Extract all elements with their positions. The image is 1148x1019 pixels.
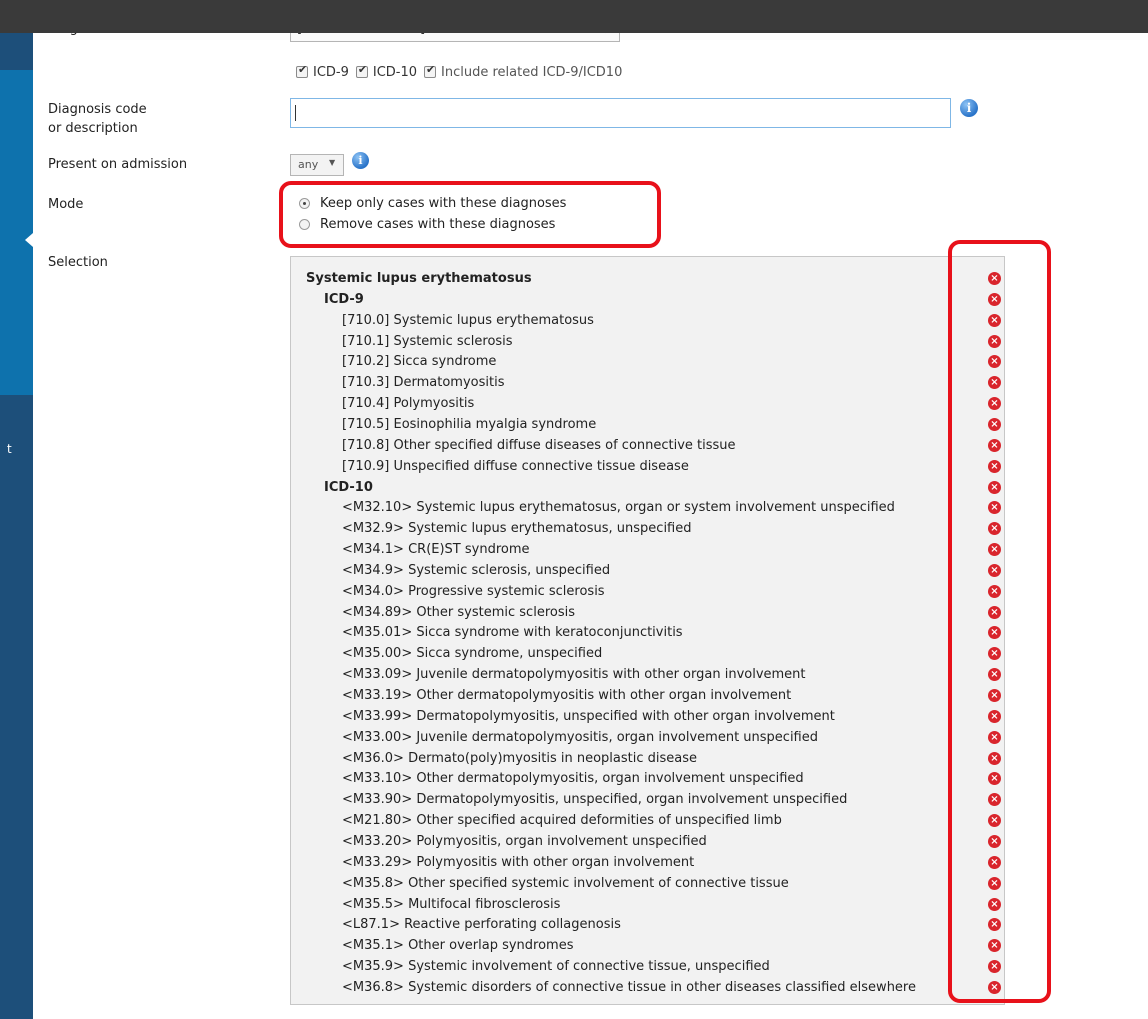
- icd9-checkbox[interactable]: [296, 63, 308, 78]
- selection-label: Selection: [48, 255, 108, 270]
- selection-item-text: [710.9] Unspecified diffuse connective t…: [342, 458, 689, 474]
- selection-item-text: [710.8] Other specified diffuse diseases…: [342, 437, 736, 453]
- present-on-admission-label: Present on admission: [48, 157, 188, 172]
- selection-item: [710.0] Systemic lupus erythematosus ×: [291, 310, 1004, 331]
- selection-item-text: <M33.20> Polymyositis, organ involvement…: [342, 833, 707, 849]
- selection-item: <M35.5> Multifocal fibrosclerosis ×: [291, 894, 1004, 915]
- selection-item-text: <M35.01> Sicca syndrome with keratoconju…: [342, 625, 683, 641]
- selection-item: <M33.19> Other dermatopolymyositis with …: [291, 685, 1004, 706]
- selection-item-text: ICD-10: [324, 479, 373, 495]
- selection-item-text: <M32.10> Systemic lupus erythematosus, o…: [342, 500, 895, 516]
- selection-item: [710.8] Other specified diffuse diseases…: [291, 435, 1004, 456]
- selection-item-text: <M34.89> Other systemic sclerosis: [342, 604, 575, 620]
- selection-item: [710.9] Unspecified diffuse connective t…: [291, 456, 1004, 477]
- selection-item-text: <M34.0> Progressive systemic sclerosis: [342, 583, 605, 599]
- icd10-checkbox[interactable]: [355, 63, 368, 78]
- selection-item-text: [710.0] Systemic lupus erythematosus: [342, 312, 594, 328]
- selection-item: <M36.8> Systemic disorders of connective…: [291, 977, 1004, 998]
- selection-list: Systemic lupus erythematosus × ICD-9 × [710.…: [290, 256, 1005, 1005]
- code-system-checkboxes: ICD-9 ICD-10 Include related ICD-9/ICD10: [296, 62, 629, 82]
- remove-column-highlight-box: [948, 240, 1051, 1003]
- selection-item-text: <M36.8> Systemic disorders of connective…: [342, 979, 916, 995]
- selection-item-text: <M33.29> Polymyositis with other organ i…: [342, 854, 695, 870]
- top-bar-overlay: [0, 0, 1148, 33]
- chevron-down-icon: ▼: [329, 158, 336, 167]
- selection-item-text: [710.3] Dermatomyositis: [342, 375, 505, 391]
- selection-item: <M33.20> Polymyositis, organ involvement…: [291, 831, 1004, 852]
- selection-item: <M35.8> Other specified systemic involve…: [291, 873, 1004, 894]
- selection-item: ICD-10 ×: [291, 477, 1004, 498]
- selection-item: ICD-9 ×: [291, 289, 1004, 310]
- diagnosis-code-label-line2: or description: [48, 121, 138, 136]
- selection-item: [710.5] Eosinophilia myalgia syndrome ×: [291, 414, 1004, 435]
- selection-item-text: [710.4] Polymyositis: [342, 396, 475, 412]
- selection-item-text: Systemic lupus erythematosus: [306, 271, 532, 286]
- selection-item: <M32.10> Systemic lupus erythematosus, o…: [291, 497, 1004, 518]
- selection-item-text: <M33.09> Juvenile dermatopolymyositis wi…: [342, 667, 806, 683]
- selection-item: <M33.99> Dermatopolymyositis, unspecifie…: [291, 706, 1004, 727]
- diagnosis-code-input[interactable]: [290, 98, 951, 128]
- selection-item-text: <M35.8> Other specified systemic involve…: [342, 875, 789, 891]
- include-related-label: Include related ICD-9/ICD10: [441, 64, 623, 80]
- selection-item-text: <M33.00> Juvenile dermatopolymyositis, o…: [342, 729, 818, 745]
- selection-item: <L87.1> Reactive perforating collagenosi…: [291, 914, 1004, 935]
- info-icon[interactable]: i: [960, 99, 978, 117]
- sidebar: t: [0, 33, 33, 1019]
- selection-item-text: <M34.1> CR(E)ST syndrome: [342, 542, 530, 558]
- selection-item: [710.3] Dermatomyositis ×: [291, 372, 1004, 393]
- sidebar-pointer-icon: [25, 233, 33, 247]
- selection-item: <M34.89> Other systemic sclerosis ×: [291, 602, 1004, 623]
- present-on-admission-value: any: [298, 158, 319, 171]
- info-icon[interactable]: i: [352, 152, 369, 169]
- selection-item: <M33.10> Other dermatopolymyositis, orga…: [291, 768, 1004, 789]
- mode-highlight-box: [279, 181, 661, 248]
- selection-item: <M34.0> Progressive systemic sclerosis ×: [291, 581, 1004, 602]
- selection-item-text: <M35.00> Sicca syndrome, unspecified: [342, 646, 603, 662]
- selection-item-text: <M35.5> Multifocal fibrosclerosis: [342, 896, 561, 912]
- icd9-label: ICD-9: [313, 64, 349, 80]
- selection-item: <M33.00> Juvenile dermatopolymyositis, o…: [291, 727, 1004, 748]
- icd10-label: ICD-10: [372, 64, 418, 80]
- selection-item: <M33.09> Juvenile dermatopolymyositis wi…: [291, 664, 1004, 685]
- selection-item-text: [710.5] Eosinophilia myalgia syndrome: [342, 416, 597, 432]
- mode-label: Mode: [48, 197, 84, 212]
- selection-item: <M34.9> Systemic sclerosis, unspecified ×: [291, 560, 1004, 581]
- selection-item: <M35.00> Sicca syndrome, unspecified ×: [291, 643, 1004, 664]
- selection-item: <M32.9> Systemic lupus erythematosus, un…: [291, 518, 1004, 539]
- selection-item-text: <M36.0> Dermato(poly)myositis in neoplas…: [342, 750, 697, 766]
- present-on-admission-select[interactable]: any ▼: [290, 154, 344, 176]
- selection-item-text: <M33.90> Dermatopolymyositis, unspecifie…: [342, 792, 848, 808]
- selection-item: <M33.90> Dermatopolymyositis, unspecifie…: [291, 789, 1004, 810]
- selection-item: [710.2] Sicca syndrome ×: [291, 351, 1004, 372]
- selection-item: <M36.0> Dermato(poly)myositis in neoplas…: [291, 748, 1004, 769]
- selection-item-text: ICD-9: [324, 291, 364, 307]
- selection-item-text: <M33.99> Dermatopolymyositis, unspecifie…: [342, 708, 835, 724]
- diagnosis-code-label: Diagnosis code or description: [48, 100, 147, 138]
- selection-item: <M35.01> Sicca syndrome with keratoconju…: [291, 622, 1004, 643]
- selection-item-text: <L87.1> Reactive perforating collagenosi…: [342, 917, 621, 933]
- selection-item: <M33.29> Polymyositis with other organ i…: [291, 852, 1004, 873]
- sidebar-label: t: [7, 442, 12, 456]
- selection-item-text: [710.2] Sicca syndrome: [342, 354, 497, 370]
- selection-item-text: [710.1] Systemic sclerosis: [342, 333, 513, 349]
- selection-item: <M35.1> Other overlap syndromes ×: [291, 935, 1004, 956]
- selection-item: <M35.9> Systemic involvement of connecti…: [291, 956, 1004, 977]
- selection-item-text: <M33.19> Other dermatopolymyositis with …: [342, 688, 792, 703]
- selection-item-text: <M35.9> Systemic involvement of connecti…: [342, 959, 770, 975]
- selection-item: Systemic lupus erythematosus ×: [291, 268, 1004, 289]
- selection-item-text: <M21.80> Other specified acquired deform…: [342, 813, 782, 829]
- diagnosis-code-label-line1: Diagnosis code: [48, 102, 147, 117]
- selection-item: <M34.1> CR(E)ST syndrome ×: [291, 539, 1004, 560]
- selection-item-text: <M33.10> Other dermatopolymyositis, orga…: [342, 771, 804, 787]
- text-cursor: [295, 105, 296, 121]
- selection-item: [710.1] Systemic sclerosis ×: [291, 331, 1004, 352]
- selection-item: [710.4] Polymyositis ×: [291, 393, 1004, 414]
- selection-item-text: <M32.9> Systemic lupus erythematosus, un…: [342, 521, 692, 537]
- selection-item: <M21.80> Other specified acquired deform…: [291, 810, 1004, 831]
- selection-item-text: <M35.1> Other overlap syndromes: [342, 938, 574, 954]
- selection-item-text: <M34.9> Systemic sclerosis, unspecified: [342, 562, 611, 578]
- include-related-checkbox[interactable]: [424, 63, 437, 78]
